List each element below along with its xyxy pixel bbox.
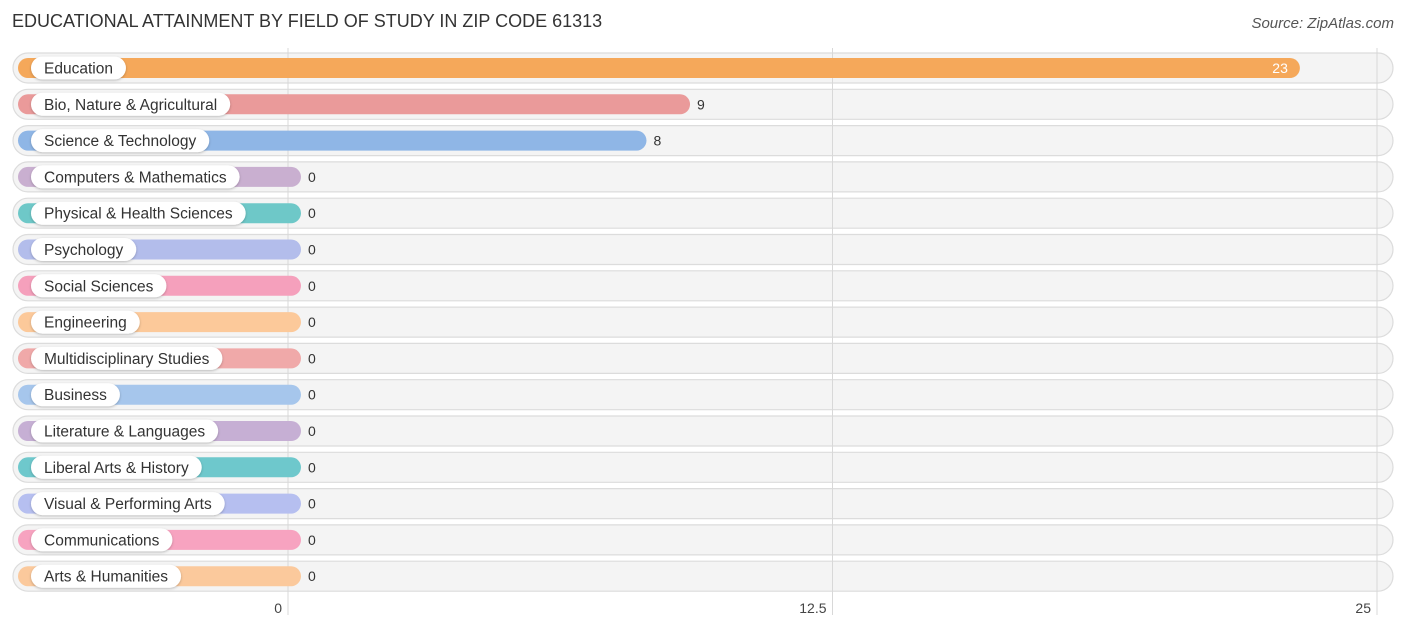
category-label: Arts & Humanities bbox=[44, 569, 168, 586]
value-label: 0 bbox=[308, 169, 316, 185]
category-label: Bio, Nature & Agricultural bbox=[44, 97, 217, 114]
x-tick-label: 25 bbox=[1355, 600, 1371, 616]
value-label: 0 bbox=[308, 205, 316, 221]
bar-group: Literature & Languages 0 bbox=[18, 419, 316, 443]
value-label: 0 bbox=[308, 242, 316, 258]
value-label: 9 bbox=[697, 96, 705, 112]
value-label: 0 bbox=[308, 423, 316, 439]
value-label: 23 bbox=[1272, 60, 1288, 76]
bar-group: Education 23 bbox=[18, 56, 1300, 80]
value-label: 0 bbox=[308, 459, 316, 475]
bar-group: Social Sciences 0 bbox=[18, 274, 316, 298]
x-tick-label: 0 bbox=[274, 600, 282, 616]
bar-group: Bio, Nature & Agricultural 9 bbox=[18, 92, 705, 116]
bar-group: Communications 0 bbox=[18, 528, 316, 552]
bar-group: Psychology 0 bbox=[18, 238, 316, 261]
bar bbox=[18, 58, 1300, 78]
value-label: 0 bbox=[308, 314, 316, 330]
category-label: Communications bbox=[44, 532, 160, 549]
category-label: Multidisciplinary Studies bbox=[44, 351, 210, 368]
bar-group: Multidisciplinary Studies 0 bbox=[18, 346, 316, 370]
value-label: 0 bbox=[308, 350, 316, 366]
bar-group: Visual & Performing Arts 0 bbox=[18, 492, 316, 516]
value-label: 8 bbox=[653, 133, 661, 149]
category-label: Science & Technology bbox=[44, 133, 196, 150]
category-label: Visual & Performing Arts bbox=[44, 496, 212, 513]
category-label: Literature & Languages bbox=[44, 424, 205, 441]
category-label: Business bbox=[44, 387, 107, 404]
category-label: Physical & Health Sciences bbox=[44, 206, 233, 223]
category-label: Engineering bbox=[44, 315, 127, 332]
category-label: Computers & Mathematics bbox=[44, 169, 227, 186]
bar-group: Science & Technology 8 bbox=[18, 129, 661, 153]
bar-group: Physical & Health Sciences 0 bbox=[18, 201, 316, 225]
bar-group: Computers & Mathematics 0 bbox=[18, 165, 316, 189]
value-label: 0 bbox=[308, 496, 316, 512]
value-label: 0 bbox=[308, 532, 316, 548]
category-label: Education bbox=[44, 61, 113, 78]
bar-group: Arts & Humanities 0 bbox=[18, 564, 316, 588]
value-label: 0 bbox=[308, 278, 316, 294]
bar-chart: Education 23 Bio, Nature & Agricultural 9 Sc… bbox=[12, 48, 1394, 616]
value-label: 0 bbox=[308, 568, 316, 584]
category-label: Liberal Arts & History bbox=[44, 460, 189, 477]
category-label: Social Sciences bbox=[44, 278, 154, 295]
x-tick-label: 12.5 bbox=[799, 600, 826, 616]
bar-group: Business 0 bbox=[18, 383, 316, 407]
value-label: 0 bbox=[308, 387, 316, 403]
bar-group: Liberal Arts & History 0 bbox=[18, 455, 316, 479]
category-label: Psychology bbox=[44, 242, 124, 259]
bar-group: Engineering 0 bbox=[18, 310, 316, 334]
